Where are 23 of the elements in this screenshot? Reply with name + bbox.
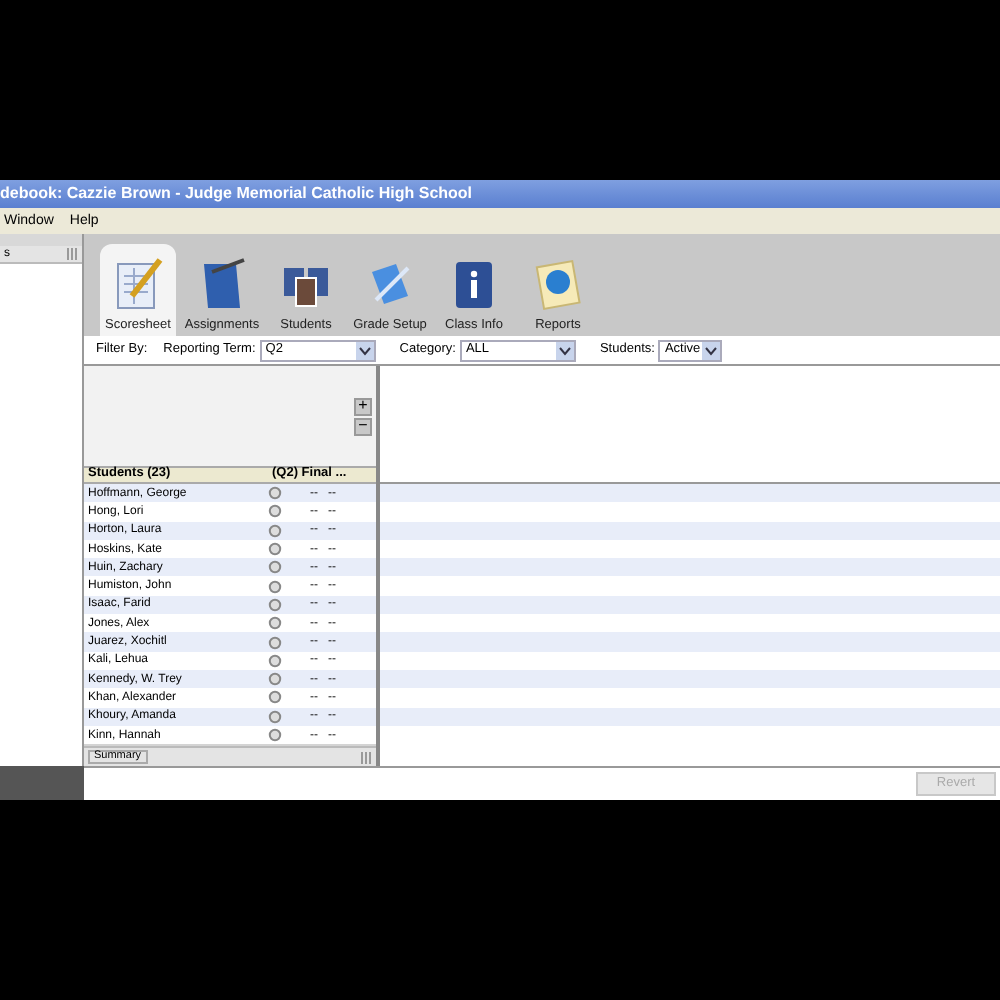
zoom-out-button[interactable]: − (354, 417, 372, 435)
spreadsheet-icon (112, 255, 164, 311)
circle-icon (268, 504, 282, 519)
side-panel-footer (0, 766, 84, 800)
circle-icon (268, 709, 282, 724)
circle-icon (268, 597, 282, 612)
chevron-icon (555, 341, 574, 359)
circle-icon (268, 653, 282, 668)
circle-icon (268, 486, 282, 501)
circle-icon (268, 542, 282, 557)
circle-icon (268, 690, 282, 705)
chevron-icon (355, 341, 374, 359)
grip-icon (66, 248, 78, 260)
circle-icon (268, 560, 282, 575)
circle-icon (268, 672, 282, 687)
circle-icon (268, 728, 282, 742)
circle-icon (268, 523, 282, 538)
zoom-in-button[interactable]: + (354, 397, 372, 415)
chevron-icon (702, 341, 721, 359)
circle-icon (268, 579, 282, 594)
circle-icon (268, 616, 282, 631)
circle-icon (268, 635, 282, 650)
window-title: debook: Cazzie Brown - Judge Memorial Catholic High School (0, 186, 473, 202)
